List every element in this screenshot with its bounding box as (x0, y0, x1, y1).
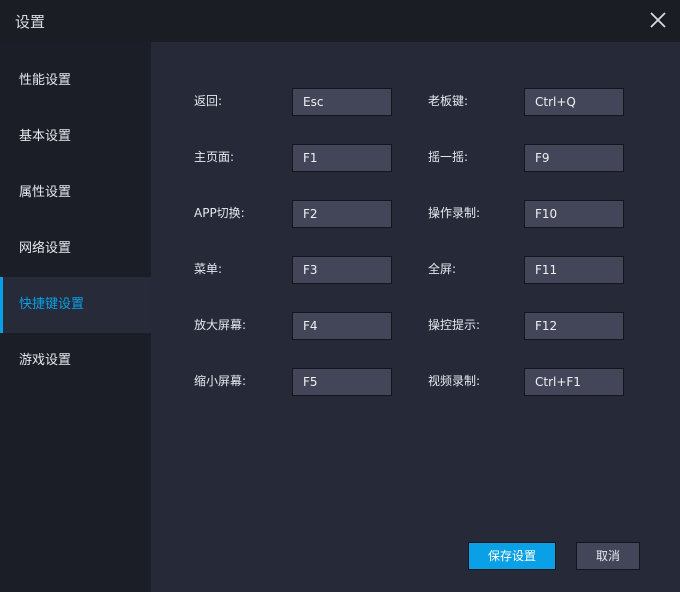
shortcut-input[interactable]: F11 (524, 256, 624, 284)
sidebar-item-5[interactable]: 游戏设置 (0, 333, 151, 389)
shortcut-label: 摇一摇: (428, 150, 469, 164)
close-icon[interactable] (648, 10, 668, 30)
shortcut-input[interactable]: F9 (524, 144, 624, 172)
window-title: 设置 (15, 13, 46, 31)
save-settings-button[interactable]: 保存设置 (468, 542, 556, 570)
shortcut-input[interactable]: F12 (524, 312, 624, 340)
shortcut-label: 放大屏幕: (194, 318, 247, 332)
sidebar-item-1[interactable]: 基本设置 (0, 109, 151, 165)
shortcut-input[interactable]: Ctrl+F1 (524, 368, 624, 396)
shortcut-settings-panel: 保存设置 取消 返回: Esc 主页面: F1 APP切换: F2 菜单: F3 放大屏幕: F4… (151, 42, 680, 592)
shortcut-input[interactable]: F5 (292, 368, 392, 396)
shortcut-input[interactable]: F4 (292, 312, 392, 340)
sidebar: 性能设置 基本设置 属性设置 网络设置 快捷键设置 游戏设置 (0, 42, 151, 592)
title-bar: 设置 (0, 0, 680, 42)
shortcut-input[interactable]: F2 (292, 200, 392, 228)
shortcut-label: APP切换: (194, 206, 245, 220)
sidebar-item-4[interactable]: 快捷键设置 (0, 277, 151, 333)
shortcut-label: 主页面: (194, 150, 235, 164)
shortcut-input[interactable]: Esc (292, 88, 392, 116)
shortcut-label: 菜单: (194, 262, 223, 276)
shortcut-label: 老板键: (428, 94, 469, 108)
shortcut-input[interactable]: F3 (292, 256, 392, 284)
sidebar-item-3[interactable]: 网络设置 (0, 221, 151, 277)
shortcut-input[interactable]: F1 (292, 144, 392, 172)
sidebar-item-0[interactable]: 性能设置 (0, 53, 151, 109)
shortcut-input[interactable]: F10 (524, 200, 624, 228)
shortcut-label: 缩小屏幕: (194, 374, 247, 388)
shortcut-input[interactable]: Ctrl+Q (524, 88, 624, 116)
shortcut-label: 返回: (194, 94, 223, 108)
shortcut-label: 操作录制: (428, 206, 481, 220)
shortcut-label: 视频录制: (428, 374, 481, 388)
cancel-button[interactable]: 取消 (576, 542, 640, 570)
sidebar-item-2[interactable]: 属性设置 (0, 165, 151, 221)
shortcut-label: 全屏: (428, 262, 457, 276)
shortcut-label: 操控提示: (428, 318, 481, 332)
